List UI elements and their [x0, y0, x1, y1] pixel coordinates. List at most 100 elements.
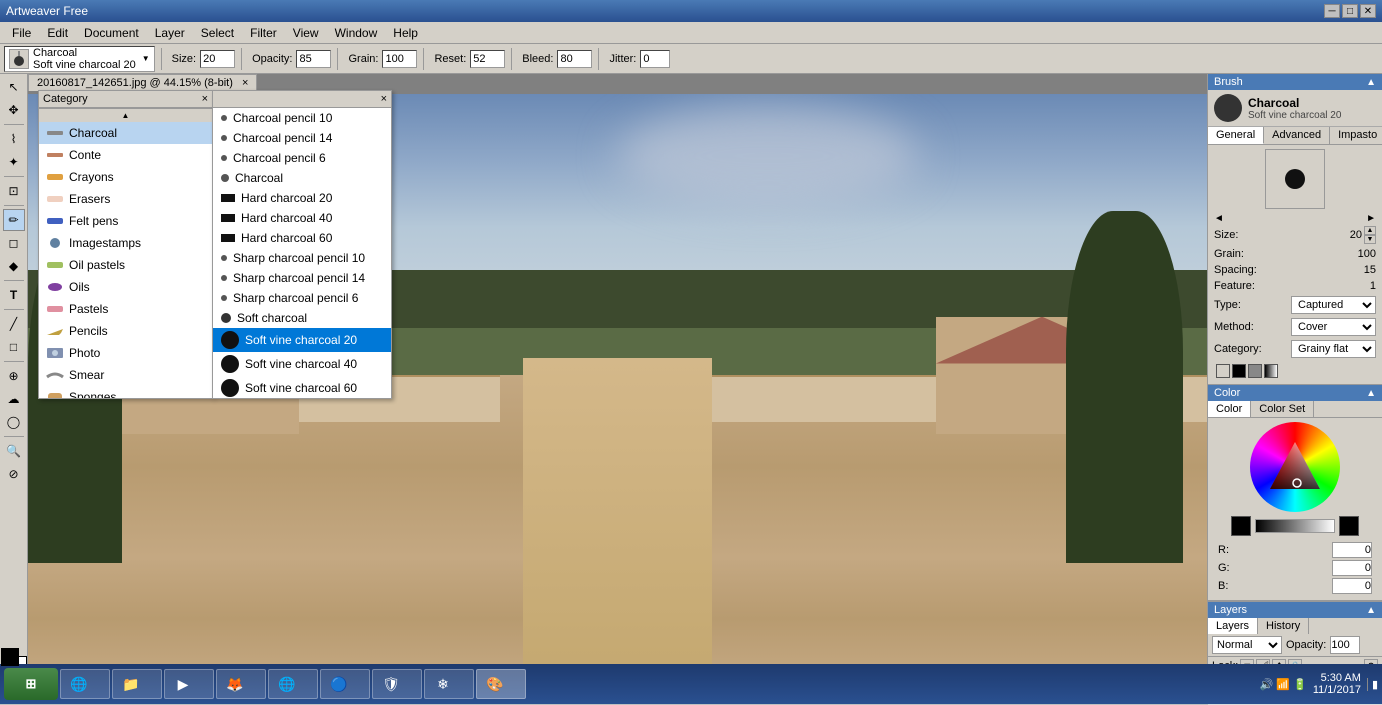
tool-eraser[interactable]: ◻ [3, 232, 25, 254]
minimize-btn[interactable]: ─ [1324, 4, 1340, 18]
menu-edit[interactable]: Edit [39, 24, 76, 42]
brush-dropdown-close[interactable]: × [202, 93, 208, 105]
taskbar-chrome[interactable]: 🌐 [268, 669, 318, 699]
start-button[interactable]: ⊞ [4, 668, 58, 700]
category-pencils[interactable]: Pencils [39, 320, 212, 342]
category-erasers[interactable]: Erasers [39, 188, 212, 210]
swatch-black[interactable] [1232, 364, 1246, 378]
menu-view[interactable]: View [285, 24, 327, 42]
tool-magic-wand[interactable]: ✦ [3, 151, 25, 173]
category-pastels[interactable]: Pastels [39, 298, 212, 320]
brush-soft-vine-20[interactable]: Soft vine charcoal 20 [213, 328, 391, 352]
taskbar-media[interactable]: ▶ [164, 669, 214, 699]
brush-charcoal-pencil-14[interactable]: Charcoal pencil 14 [213, 128, 391, 148]
taskbar-artweaver[interactable]: 🎨 [476, 669, 526, 699]
type-select[interactable]: Captured Computed [1291, 296, 1376, 314]
size-input[interactable] [200, 50, 235, 68]
jitter-input[interactable] [640, 50, 670, 68]
reset-input[interactable] [470, 50, 505, 68]
tool-brush[interactable]: ✏ [3, 209, 25, 231]
brush-soft-vine-40[interactable]: Soft vine charcoal 40 [213, 352, 391, 376]
tab-advanced[interactable]: Advanced [1264, 127, 1330, 144]
show-desktop[interactable]: ▮ [1367, 678, 1378, 691]
color-wheel[interactable] [1250, 422, 1340, 512]
tool-eyedropper[interactable]: ⊘ [3, 463, 25, 485]
tab-layers[interactable]: Layers [1208, 618, 1258, 634]
tool-text[interactable]: T [3, 284, 25, 306]
taskbar-app5[interactable]: 🔵 [320, 669, 370, 699]
taskbar-explorer[interactable]: 📁 [112, 669, 162, 699]
brush-soft-charcoal[interactable]: Soft charcoal [213, 308, 391, 328]
brush-indicator[interactable]: Charcoal Soft vine charcoal 20 ▼ [4, 46, 155, 72]
b-input[interactable] [1332, 578, 1372, 594]
category-oils[interactable]: Oils [39, 276, 212, 298]
color-panel-arrow[interactable]: ▲ [1366, 388, 1376, 399]
tool-smudge[interactable]: ☁ [3, 388, 25, 410]
tab-color[interactable]: Color [1208, 401, 1251, 417]
tab-general[interactable]: General [1208, 127, 1264, 144]
menu-filter[interactable]: Filter [242, 24, 285, 42]
taskbar-app7[interactable]: ❄ [424, 669, 474, 699]
size-left-arrow[interactable]: ◄ [1214, 213, 1224, 224]
brush-hard-charcoal-20[interactable]: Hard charcoal 20 [213, 188, 391, 208]
gradient-bar[interactable] [1255, 519, 1335, 533]
scroll-up-arrow[interactable]: ▲ [39, 108, 212, 122]
opacity-input[interactable] [296, 50, 331, 68]
menu-document[interactable]: Document [76, 24, 147, 42]
tool-shape[interactable]: □ [3, 336, 25, 358]
category-imagestamps[interactable]: Imagestamps [39, 232, 212, 254]
category-felt-pens[interactable]: Felt pens [39, 210, 212, 232]
tool-move[interactable]: ✥ [3, 99, 25, 121]
tool-fill[interactable]: ◆ [3, 255, 25, 277]
swatch-gradient[interactable] [1264, 364, 1278, 378]
category-smear[interactable]: Smear [39, 364, 212, 386]
swatch-gray[interactable] [1216, 364, 1230, 378]
category-conte[interactable]: Conte [39, 144, 212, 166]
size-down[interactable]: ▼ [1364, 235, 1376, 244]
taskbar-ie[interactable]: 🌐 [60, 669, 110, 699]
r-input[interactable] [1332, 542, 1372, 558]
window-controls[interactable]: ─ □ ✕ [1324, 4, 1376, 18]
method-select[interactable]: Cover Buildup [1291, 318, 1376, 336]
tab-impasto[interactable]: Impasto [1330, 127, 1382, 144]
layers-panel-arrow[interactable]: ▲ [1366, 605, 1376, 616]
brush-charcoal[interactable]: Charcoal [213, 168, 391, 188]
brush-sharp-charcoal-6[interactable]: Sharp charcoal pencil 6 [213, 288, 391, 308]
tool-lasso[interactable]: ⌇ [3, 128, 25, 150]
tool-stamp[interactable]: ⊕ [3, 365, 25, 387]
brush-sharp-charcoal-10[interactable]: Sharp charcoal pencil 10 [213, 248, 391, 268]
canvas-tab[interactable]: 20160817_142651.jpg @ 44.15% (8-bit) × [28, 74, 257, 91]
category-photo[interactable]: Photo [39, 342, 212, 364]
maximize-btn[interactable]: □ [1342, 4, 1358, 18]
blend-mode-select[interactable]: Normal Multiply Screen [1212, 636, 1282, 654]
tool-select[interactable]: ↖ [3, 76, 25, 98]
canvas-close[interactable]: × [242, 77, 248, 89]
menu-help[interactable]: Help [385, 24, 426, 42]
tool-crop[interactable]: ⊡ [3, 180, 25, 202]
g-input[interactable] [1332, 560, 1372, 576]
tab-history[interactable]: History [1258, 618, 1309, 634]
menu-layer[interactable]: Layer [147, 24, 193, 42]
category-sponges[interactable]: Sponges [39, 386, 212, 398]
category-oil-pastels[interactable]: Oil pastels [39, 254, 212, 276]
brush-sharp-charcoal-14[interactable]: Sharp charcoal pencil 14 [213, 268, 391, 288]
brush-charcoal-pencil-6[interactable]: Charcoal pencil 6 [213, 148, 391, 168]
taskbar-firefox[interactable]: 🦊 [216, 669, 266, 699]
size-up[interactable]: ▲ [1364, 226, 1376, 235]
brush-hard-charcoal-60[interactable]: Hard charcoal 60 [213, 228, 391, 248]
tab-color-set[interactable]: Color Set [1251, 401, 1314, 417]
brush-soft-vine-60[interactable]: Soft vine charcoal 60 [213, 376, 391, 398]
opacity-input-layers[interactable] [1330, 636, 1360, 654]
taskbar-security[interactable]: 🛡 [372, 669, 422, 699]
category-charcoal[interactable]: Charcoal [39, 122, 212, 144]
brush-panel-arrow[interactable]: ▲ [1366, 77, 1376, 88]
brush-hard-charcoal-40[interactable]: Hard charcoal 40 [213, 208, 391, 228]
current-color-black[interactable] [1231, 516, 1251, 536]
category-crayons[interactable]: Crayons [39, 166, 212, 188]
grain-input[interactable] [382, 50, 417, 68]
brush-list-close[interactable]: × [381, 93, 387, 105]
foreground-color[interactable] [1, 648, 19, 666]
menu-select[interactable]: Select [193, 24, 242, 42]
brush-charcoal-pencil-10[interactable]: Charcoal pencil 10 [213, 108, 391, 128]
swatch-mid-gray[interactable] [1248, 364, 1262, 378]
